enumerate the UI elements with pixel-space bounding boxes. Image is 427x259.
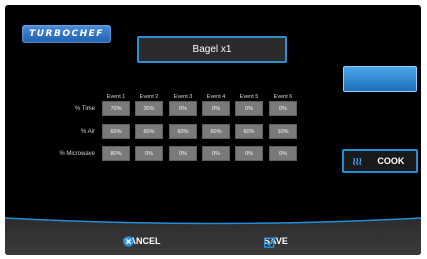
cell-microwave-event-5[interactable]: 0% [235,146,263,161]
cell-air-event-3[interactable]: 60% [169,124,197,139]
cell-time-event-1[interactable]: 70% [102,101,130,116]
brand-logo-text: TURBOCHEF [29,29,104,39]
top-action-button[interactable] [343,66,417,92]
cell-microwave-event-2[interactable]: 0% [135,146,163,161]
cell-air-event-2[interactable]: 60% [135,124,163,139]
cell-air-event-5[interactable]: 60% [235,124,263,139]
column-header-event-5: Event 5 [239,94,259,100]
cell-microwave-event-1[interactable]: 80% [102,146,130,161]
oven-screen: TURBOCHEF Bagel x1 Event 1 Event 2 Event… [5,5,421,255]
column-header-event-1: Event 1 [106,94,126,100]
cell-time-event-3[interactable]: 0% [169,101,197,116]
cell-time-event-5[interactable]: 0% [235,101,263,116]
heat-waves-icon: ≀≀≀ [352,154,362,168]
row-label-air: % Air [80,129,95,135]
close-circle-icon [123,236,134,247]
column-header-event-6: Event 6 [273,94,293,100]
column-header-event-4: Event 4 [206,94,226,100]
cell-time-event-2[interactable]: 30% [135,101,163,116]
cell-time-event-6[interactable]: 0% [269,101,297,116]
cell-microwave-event-3[interactable]: 0% [169,146,197,161]
column-header-event-3: Event 3 [173,94,193,100]
checkbox-check-icon [264,236,277,248]
cancel-button[interactable]: CANCEL [123,236,161,247]
cell-air-event-6[interactable]: 10% [269,124,297,139]
row-label-microwave: % Microwave [59,151,95,157]
cook-button[interactable]: ≀≀≀ COOK [342,149,418,173]
cook-label: COOK [377,156,405,166]
cell-air-event-4[interactable]: 60% [202,124,230,139]
column-header-event-2: Event 2 [139,94,159,100]
cell-microwave-event-6[interactable]: 0% [269,146,297,161]
footer-bar: CANCEL SAVE [5,215,421,255]
cell-air-event-1[interactable]: 60% [102,124,130,139]
row-label-time: % Time [74,106,95,112]
cell-time-event-4[interactable]: 0% [202,101,230,116]
recipe-name: Bagel x1 [192,44,232,55]
brand-logo: TURBOCHEF [22,25,111,43]
save-button[interactable]: SAVE [264,236,288,248]
recipe-name-field[interactable]: Bagel x1 [137,36,287,63]
cell-microwave-event-4[interactable]: 0% [202,146,230,161]
footer-background [5,217,421,255]
